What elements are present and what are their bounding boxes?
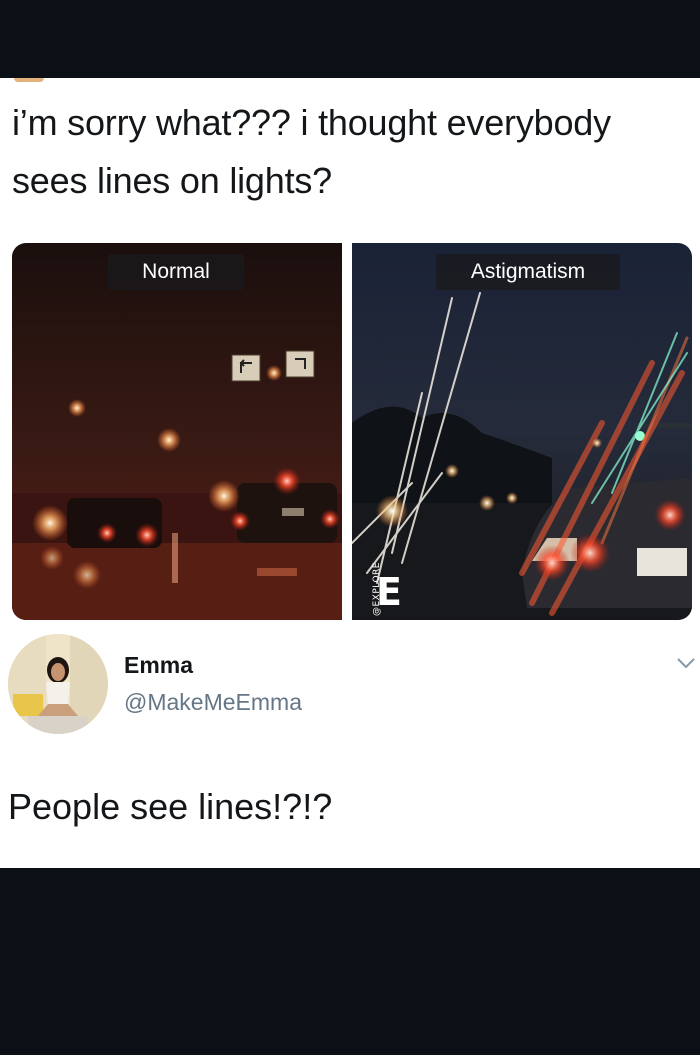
normal-label: Normal <box>108 254 244 290</box>
avatar-portrait <box>8 634 108 734</box>
astigmatism-night-scene <box>352 243 692 620</box>
normal-photo[interactable]: Normal <box>12 243 342 620</box>
chevron-down-icon[interactable] <box>676 656 696 670</box>
tweet-text: i’m sorry what??? i thought everybody se… <box>12 102 611 201</box>
reply-text: People see lines!?!? <box>8 786 333 827</box>
normal-night-scene <box>12 243 342 620</box>
author-avatar-edge <box>14 78 44 82</box>
avatar[interactable] <box>8 634 108 734</box>
astigmatism-photo[interactable]: Astigmatism @EXPLORE E <box>352 243 692 620</box>
reply-handle[interactable]: @MakeMeEmma <box>124 689 302 716</box>
tweet-card: i’m sorry what??? i thought everybody se… <box>0 78 700 868</box>
astigmatism-label: Astigmatism <box>436 254 620 290</box>
reply-name[interactable]: Emma <box>124 652 193 679</box>
